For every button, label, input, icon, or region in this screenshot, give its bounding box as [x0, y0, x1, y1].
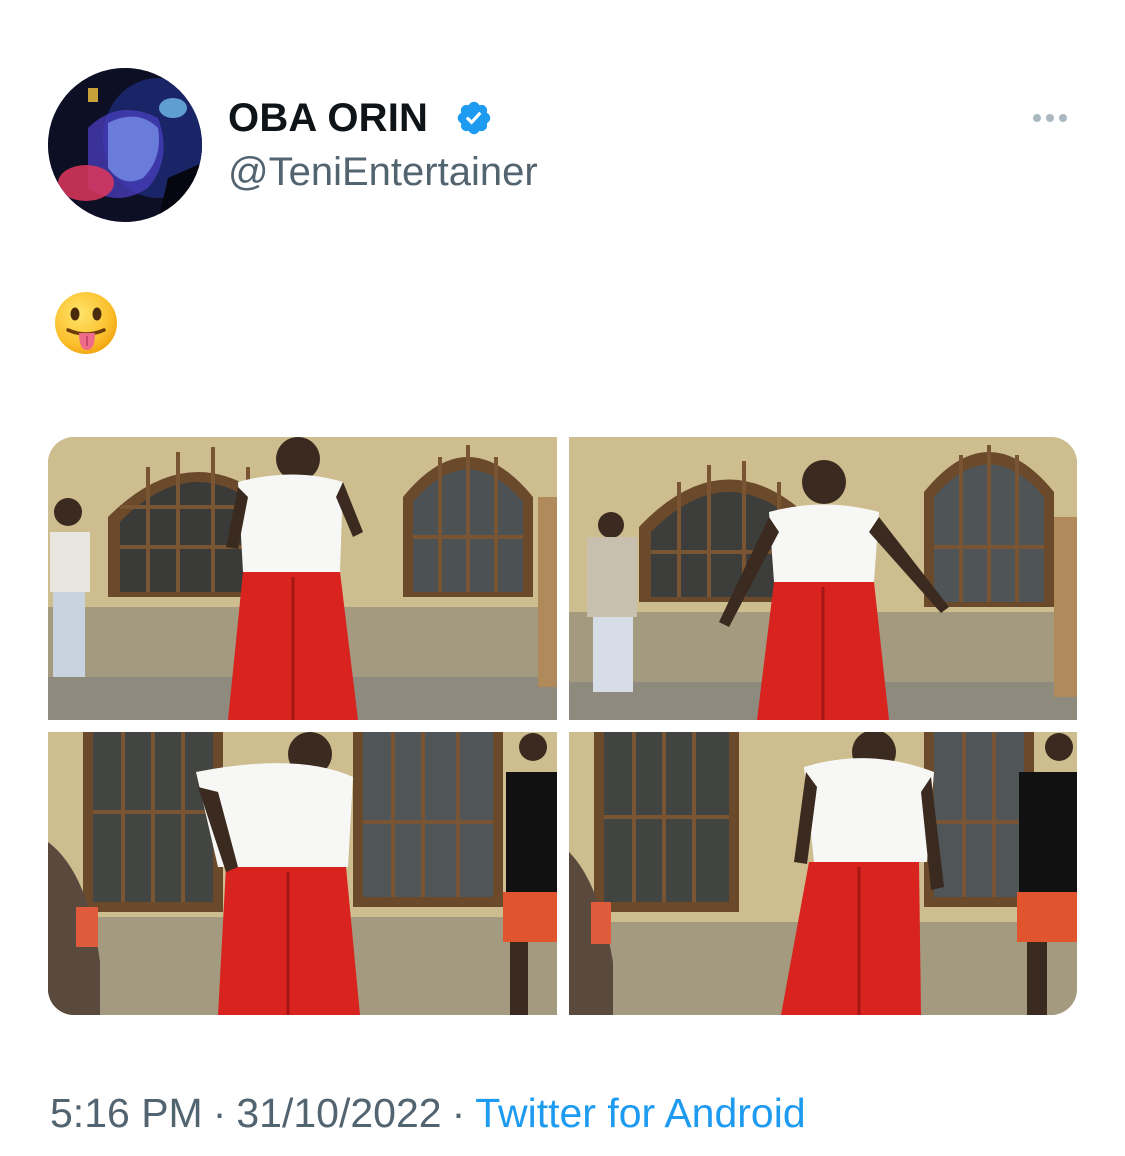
verified-badge-icon: [457, 101, 491, 135]
photo-image: [569, 437, 1077, 720]
tweet-text: [52, 290, 120, 358]
avatar-image: [48, 68, 202, 222]
author-display-name[interactable]: OBA ORIN: [228, 96, 428, 141]
tongue-out-emoji: [55, 292, 117, 354]
meta-separator: ·: [451, 1090, 466, 1136]
tweet-photo-4[interactable]: [569, 732, 1077, 1015]
more-options-icon[interactable]: [1022, 104, 1078, 132]
tweet-photo-3[interactable]: [48, 732, 557, 1015]
photo-image: [569, 732, 1077, 1015]
more-dot: [1033, 114, 1041, 122]
tweet-date[interactable]: 31/10/2022: [236, 1090, 441, 1136]
more-dot: [1059, 114, 1067, 122]
more-dot: [1046, 114, 1054, 122]
media-grid: [48, 437, 1077, 1015]
meta-separator: ·: [212, 1090, 227, 1136]
tweet-time[interactable]: 5:16 PM: [50, 1090, 203, 1136]
author-handle[interactable]: @TeniEntertainer: [228, 150, 538, 195]
tweet-meta: 5:16 PM · 31/10/2022 · Twitter for Android: [50, 1090, 806, 1137]
tweet-photo-1[interactable]: [48, 437, 557, 720]
photo-image: [48, 437, 557, 720]
tweet-photo-2[interactable]: [569, 437, 1077, 720]
tweet-source-link[interactable]: Twitter for Android: [475, 1090, 805, 1136]
avatar[interactable]: [48, 68, 202, 222]
photo-image: [48, 732, 557, 1015]
